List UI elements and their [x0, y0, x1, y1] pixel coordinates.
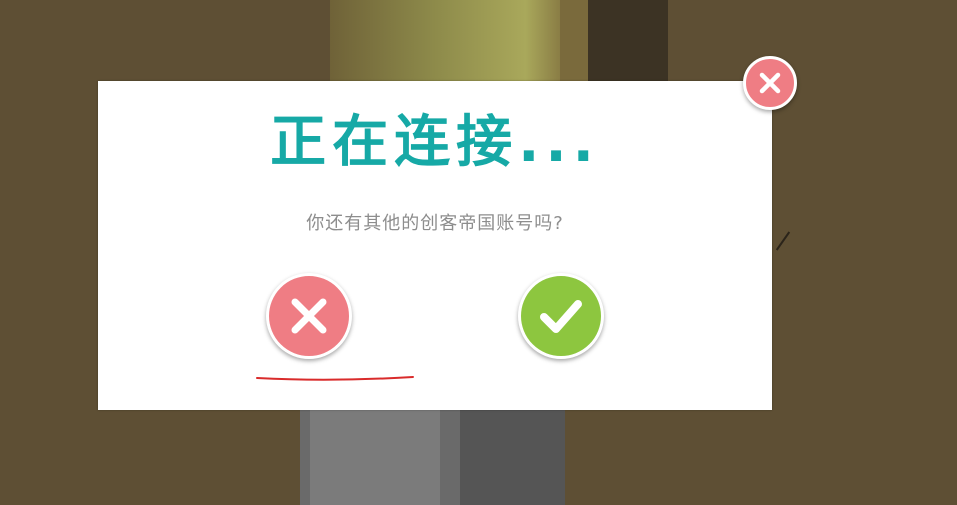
dialog-title: 正在连接...: [270, 110, 600, 175]
background-slab-shade: [460, 408, 565, 505]
background-pillar: [588, 0, 668, 82]
confirm-button[interactable]: [518, 273, 604, 359]
background-slab-light: [310, 408, 440, 505]
background-light-panel: [330, 0, 560, 82]
annotation-underline: [256, 376, 414, 381]
dialog-message: 你还有其他的创客帝国账号吗?: [306, 213, 564, 234]
close-icon: [759, 72, 781, 94]
dialog-close-button[interactable]: [743, 56, 797, 110]
background-crack: [775, 231, 791, 251]
connect-dialog: 正在连接... 你还有其他的创客帝国账号吗?: [98, 81, 772, 410]
checkmark-icon: [540, 300, 582, 333]
cancel-button[interactable]: [266, 273, 352, 359]
x-icon: [291, 298, 327, 334]
